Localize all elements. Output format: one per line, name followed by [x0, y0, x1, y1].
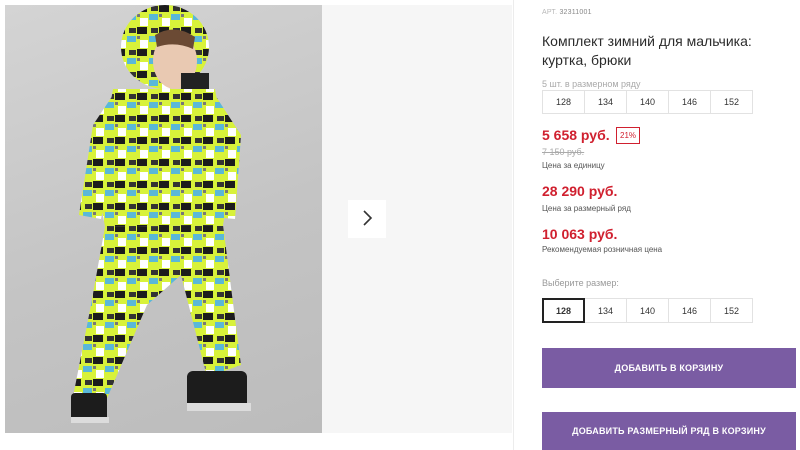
article-number: АРТ. 32311001 [542, 9, 592, 16]
article-value: 32311001 [559, 9, 592, 16]
series-size-item: 152 [710, 90, 753, 114]
series-size-item: 146 [668, 90, 711, 114]
discount-badge: 21% [616, 127, 641, 144]
size-option[interactable]: 152 [710, 298, 753, 323]
size-option[interactable]: 146 [668, 298, 711, 323]
size-option-selected[interactable]: 128 [542, 298, 585, 323]
old-price: 7 150 руб. [542, 147, 585, 157]
add-to-cart-button[interactable]: ДОБАВИТЬ В КОРЗИНУ [542, 348, 796, 388]
size-series-list: 128 134 140 146 152 [542, 90, 753, 114]
product-photo[interactable] [5, 5, 322, 433]
series-price: 28 290 руб. [542, 183, 618, 199]
add-series-to-cart-button[interactable]: ДОБАВИТЬ РАЗМЕРНЫЙ РЯД В КОРЗИНУ [542, 412, 796, 450]
size-option[interactable]: 140 [626, 298, 669, 323]
recommended-retail-price: 10 063 руб. [542, 226, 618, 242]
product-gallery [0, 0, 514, 450]
choose-size-label: Выберите размер: [542, 278, 619, 288]
product-title: Комплект зимний для мальчика: куртка, бр… [542, 33, 752, 68]
gallery-next-button[interactable] [348, 200, 386, 238]
series-price-caption: Цена за размерный ряд [542, 204, 631, 213]
series-size-item: 140 [626, 90, 669, 114]
size-selector: 128 134 140 146 152 [542, 298, 753, 323]
product-info-panel: АРТ. 32311001 Комплект зимний для мальчи… [542, 0, 800, 450]
size-series-label: 5 шт. в размерном ряду [542, 79, 641, 89]
chevron-right-icon [361, 209, 373, 229]
series-size-item: 134 [584, 90, 627, 114]
size-option[interactable]: 134 [584, 298, 627, 323]
product-page: АРТ. 32311001 Комплект зимний для мальчи… [0, 0, 800, 450]
series-size-item: 128 [542, 90, 585, 114]
recommended-retail-price-caption: Рекомендуемая розничная цена [542, 245, 663, 254]
product-photo-illustration [71, 5, 251, 423]
unit-price-caption: Цена за единицу [542, 161, 605, 170]
unit-price: 5 658 руб. [542, 127, 610, 143]
article-label: АРТ. [542, 9, 558, 16]
